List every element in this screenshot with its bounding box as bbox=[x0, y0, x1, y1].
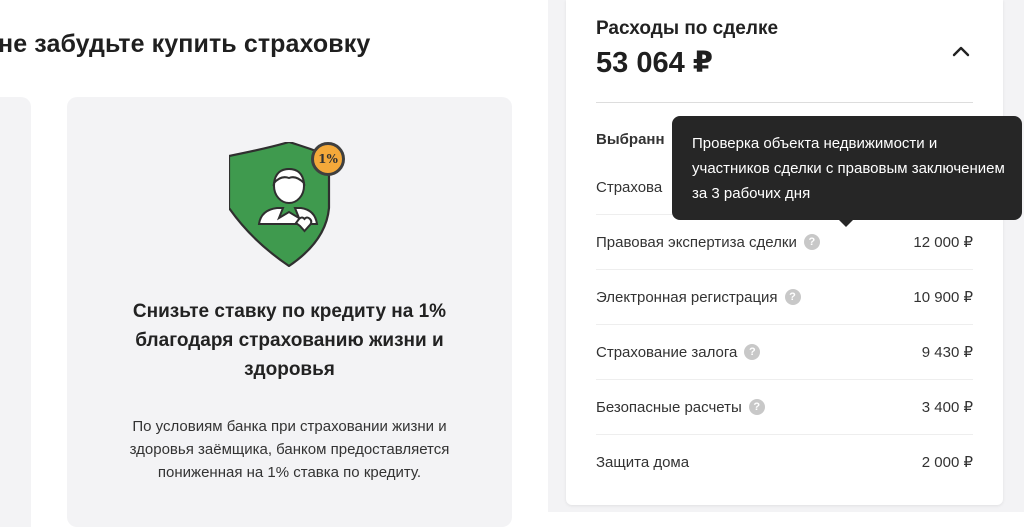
selected-services-heading: Выбранн bbox=[596, 131, 665, 148]
tooltip-arrow bbox=[838, 219, 854, 227]
row-label: Правовая экспертиза сделки? bbox=[596, 215, 820, 270]
question-circle-icon[interactable]: ? bbox=[803, 233, 820, 250]
card-title: Снизьте ставку по кредиту на 1% благодар… bbox=[132, 301, 447, 380]
row-label-text: Правовая экспертиза сделки bbox=[596, 234, 797, 251]
question-circle-icon[interactable]: ? bbox=[784, 288, 801, 305]
expense-row-home-protection: Защита дома 2 000 ₽ bbox=[596, 435, 973, 490]
total-amount: 53 064 ₽ bbox=[596, 47, 713, 79]
previous-card[interactable] bbox=[0, 97, 31, 527]
row-value: 2 000 ₽ bbox=[921, 454, 973, 471]
insurance-section: не забудьте купить страховку 1% Снизьте … bbox=[0, 0, 548, 527]
section-title: не забудьте купить страховку bbox=[0, 30, 371, 58]
panel-title: Расходы по сделке bbox=[596, 18, 779, 39]
row-label: Электронная регистрация? bbox=[596, 270, 801, 325]
row-value: 12 000 ₽ bbox=[913, 234, 973, 251]
row-label-text: Страхование залога bbox=[596, 344, 738, 361]
question-circle-icon[interactable]: ? bbox=[748, 398, 765, 415]
collapse-button[interactable] bbox=[946, 36, 976, 66]
expense-row-e-registration: Электронная регистрация? 10 900 ₽ bbox=[596, 270, 973, 325]
row-value: 9 430 ₽ bbox=[921, 344, 973, 361]
expense-row-safe-payments: Безопасные расчеты? 3 400 ₽ bbox=[596, 380, 973, 435]
question-circle-icon[interactable]: ? bbox=[744, 343, 761, 360]
row-label: Защита дома bbox=[596, 454, 690, 471]
row-value: 10 900 ₽ bbox=[913, 289, 973, 306]
card-description: По условиям банка при страховании жизни … bbox=[129, 418, 450, 481]
expense-row-collateral-insurance: Страхование залога? 9 430 ₽ bbox=[596, 325, 973, 380]
expenses-panel: Расходы по сделке 53 064 ₽ Выбранн Страх… bbox=[566, 0, 1003, 505]
shield-person-icon: 1% bbox=[229, 142, 349, 267]
chevron-up-icon bbox=[952, 46, 970, 57]
insurance-card[interactable]: 1% Снизьте ставку по кредиту на 1% благо… bbox=[67, 97, 512, 527]
help-tooltip: Проверка объекта недвижимости и участник… bbox=[672, 116, 1022, 220]
expense-row-legal-review: Правовая экспертиза сделки? 12 000 ₽ bbox=[596, 215, 973, 270]
row-label-text: Электронная регистрация bbox=[596, 289, 778, 306]
discount-badge: 1% bbox=[311, 142, 345, 176]
row-label: Страхова bbox=[596, 179, 663, 196]
row-value: 3 400 ₽ bbox=[921, 399, 973, 416]
row-label: Страхование залога? bbox=[596, 325, 761, 380]
row-label-text: Безопасные расчеты bbox=[596, 399, 742, 416]
panel-divider bbox=[596, 102, 973, 103]
row-label: Безопасные расчеты? bbox=[596, 380, 765, 435]
badge-text: 1% bbox=[318, 152, 338, 166]
